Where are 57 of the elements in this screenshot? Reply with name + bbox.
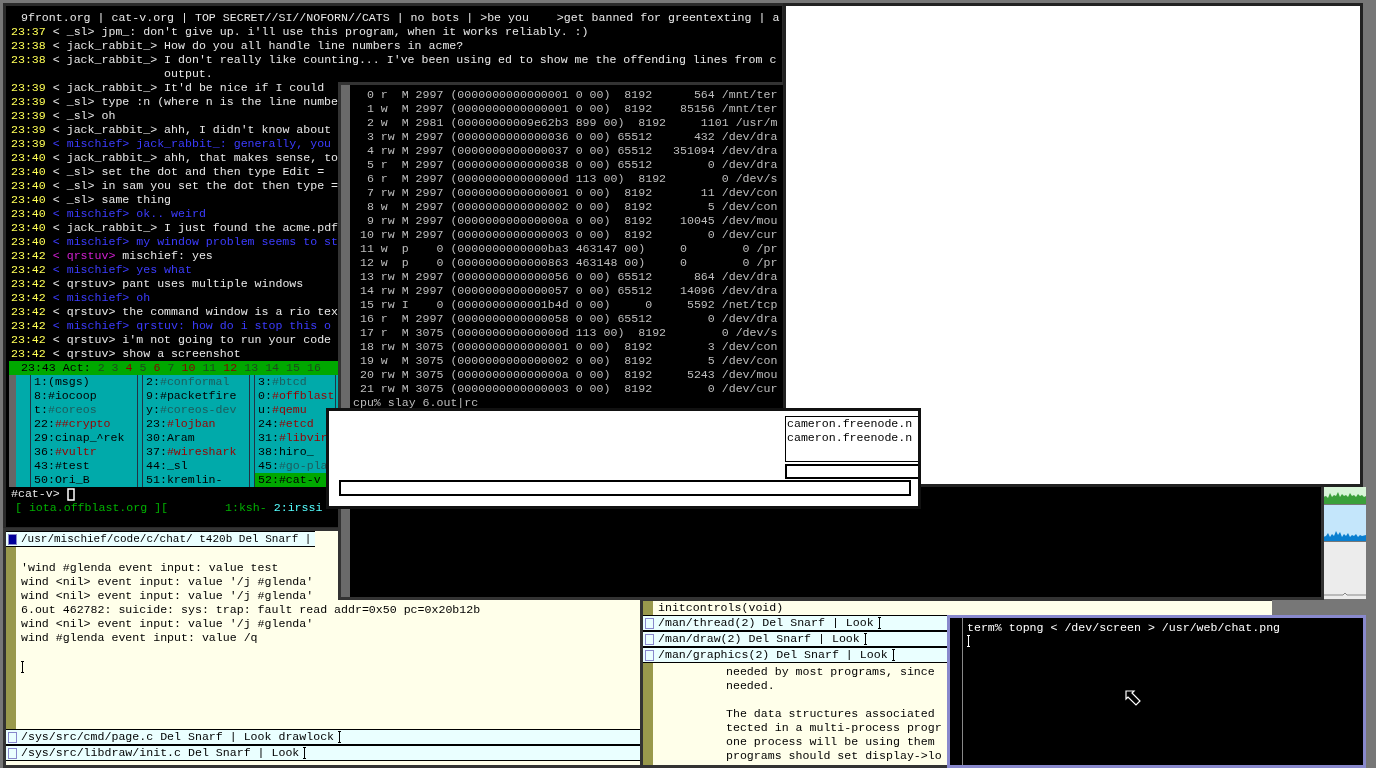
fd-row-text: 12 w p 0 (0000000000000863 463148 00) 0 0 /pr (358, 256, 778, 270)
chat-message: 23:37 < _sl> jpm_: don't give up. i'll use this program, when it works reliably. :) (10, 25, 589, 39)
chat-message: 23:39 < jack_rabbit_> It'd be nice if I could (10, 81, 325, 95)
chat-message: 23:42 < qrstuv> pant uses multiple windows (10, 277, 304, 291)
fd-row-text: 17 r M 3075 (000000000000000d 113 00) 8192 0 /dev/s (358, 326, 778, 340)
chat-message: 23:40 < _sl> same thing (10, 193, 172, 207)
chat-message: 23:38 < jack_rabbit_> How do you all handle line numbers in acme? (10, 39, 464, 53)
command-line: cpu% slay 6.out|rc (353, 396, 480, 410)
channel-topic: 9front.org | cat-v.org | TOP SECRET//SI//NOFORN//CATS | no bots | >be you >get banned for greentexting | a (20, 11, 780, 25)
fd-row-text: 4 rw M 2997 (0000000000000037 0 00) 65512 351094 /dev/dra (365, 144, 778, 158)
fd-row-text: 18 rw M 3075 (0000000000000001 0 00) 8192 3 /dev/con (358, 340, 778, 354)
body-text: initcontrols(void) (657, 601, 784, 615)
chat-message: 23:42 < mischief> oh (10, 291, 151, 305)
fd-row-text: 13 rw M 2997 (0000000000000056 0 00) 65512 864 /dev/dra (358, 270, 778, 284)
chat-message: 23:38 < jack_rabbit_> I don't really like counting... I've been using ed to show me the offending lines from c (10, 53, 777, 67)
chat-message: 23:39 < _sl> oh (10, 109, 116, 123)
chat-message: 23:42 < qrstuv> i'm not going to run your code (10, 333, 332, 347)
fd-row-text: 16 r M 2997 (0000000000000058 0 00) 65512 0 /dev/dra (358, 312, 778, 326)
body-text: 'wind #glenda event input: value test wind <nil> event input: value '/j #glenda' wind <nil> event input: value '/j #glenda' 6.out 462782: suicide: sys: trap: fault read addr=0x50 pc=0x20b12b wind <nil> event input: value '/j #glenda' wind #glenda event input: value /q (21, 561, 481, 645)
fd-row-text: 21 rw M 3075 (0000000000000003 0 00) 8192 0 /dev/cur (358, 382, 778, 396)
body-text: The data structures associated tected in a multi-process progr one process will be using them programs should set display->lo (726, 707, 942, 763)
fd-row-text: 11 w p 0 (0000000000000ba3 463147 00) 0 0 /pr (358, 242, 778, 256)
fd-row-text: 14 rw M 2997 (0000000000000057 0 00) 65512 14096 /dev/dra (358, 284, 778, 298)
chat-message: 23:39 < mischief> jack_rabbit_: generally, you (10, 137, 332, 151)
body-text: needed by most programs, since needed. (726, 665, 936, 693)
activity-label: Act: (62, 361, 91, 375)
prompt-text: #cat-v> (11, 487, 60, 501)
chat-message: 23:39 < _sl> type :n (where n is the line numbe (10, 95, 339, 109)
clock-text: 23:43 (21, 361, 56, 375)
fd-row-text: 19 w M 3075 (0000000000000002 0 00) 8192 5 /dev/con (358, 354, 778, 368)
fd-row-text: 20 rw M 3075 (000000000000000a 0 00) 8192 5243 /dev/mou (358, 368, 778, 382)
chat-message: 23:42 < qrstuv> the command window is a rio tex (10, 305, 339, 319)
fd-row-text: 6 r M 2997 (000000000000000d 113 00) 8192 0 /dev/s (365, 172, 778, 186)
command-line: term% topng < /dev/screen > /usr/web/chat.png (967, 621, 1281, 635)
fd-row-text: 10 rw M 2997 (0000000000000003 0 00) 8192 0 /dev/cur (358, 228, 778, 242)
fd-row-text: 9 rw M 2997 (000000000000000a 0 00) 8192 10045 /dev/mou (365, 214, 778, 228)
chat-message: 23:40 < mischief> ok.. weird (10, 207, 206, 221)
fd-row-text: 1 w M 2997 (0000000000000001 0 00) 8192 85156 /mnt/ter (365, 102, 778, 116)
chat-message: output. (163, 67, 213, 81)
chat-message: 23:39 < jack_rabbit_> ahh, I didn't know about (10, 123, 332, 137)
chat-message: 23:40 < mischief> my window problem seems to st (10, 235, 339, 249)
fd-row-text: 0 r M 2997 (0000000000000001 0 00) 8192 564 /mnt/ter (365, 88, 778, 102)
fd-row-text: 2 w M 2981 (00000000009e62b3 899 00) 8192 1101 /usr/m (365, 116, 778, 130)
chat-message: 23:42 < mischief> qrstuv: how do i stop this o (10, 319, 332, 333)
chat-message: 23:40 < _sl> set the dot and then type Edit = (10, 165, 325, 179)
session-name: [ iota.offblast.org ][ (15, 501, 170, 515)
fd-row-text: 5 r M 2997 (0000000000000038 0 00) 65512 0 /dev/dra (365, 158, 778, 172)
chat-message: 23:42 < qrstuv> mischief: yes (10, 249, 213, 263)
chat-message: 23:40 < jack_rabbit_> ahh, that makes sense, to (10, 151, 339, 165)
chat-message: 23:40 < _sl> in sam you set the dot then type = (10, 179, 339, 193)
fd-row-text: 3 rw M 2997 (0000000000000036 0 00) 65512 432 /dev/dra (365, 130, 778, 144)
fd-row-text: 15 rw I 0 (0000000000001b4d 0 00) 0 5592 /net/tcp (358, 298, 778, 312)
chat-message: 23:40 < jack_rabbit_> I just found the acme.pdf (10, 221, 339, 235)
fd-row-text: 8 w M 2997 (0000000000000002 0 00) 8192 5 /dev/con (365, 200, 778, 214)
chat-message: 23:42 < mischief> yes what (10, 263, 192, 277)
chat-message: 23:42 < qrstuv> show a screenshot (10, 347, 241, 361)
fd-row-text: 7 rw M 2997 (0000000000000001 0 00) 8192 11 /dev/con (365, 186, 778, 200)
